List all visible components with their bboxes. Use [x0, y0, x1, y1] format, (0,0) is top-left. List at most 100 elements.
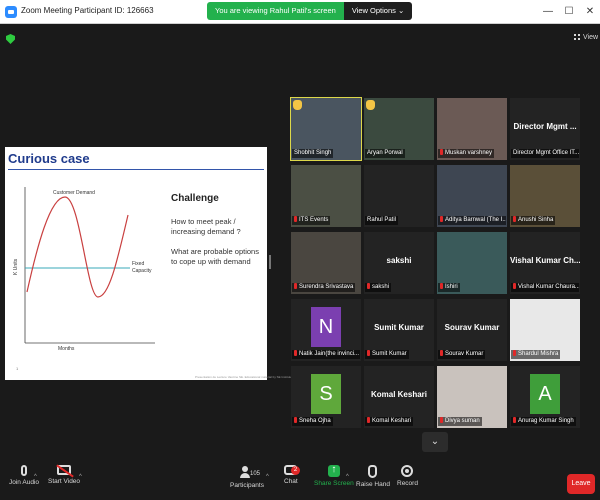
zoom-app-icon [5, 6, 17, 18]
participant-name: Anurag Kumar Singh [518, 418, 574, 424]
start-video-button[interactable]: Start Video [48, 465, 80, 485]
participant-tile[interactable]: Muskan varshney [437, 98, 507, 160]
muted-mic-icon [440, 350, 443, 356]
participant-name-label: Shardul Mishra [511, 350, 561, 359]
participant-name-label: Director Mgmt Office IT... [511, 149, 579, 158]
share-screen-icon [327, 464, 340, 477]
participant-name-label: Sumit Kumar [365, 350, 409, 359]
grid-icon [574, 34, 580, 40]
participant-tile[interactable]: S Sneha Ojha [291, 366, 361, 428]
participant-tile[interactable]: Rahul Patil [364, 165, 434, 227]
muted-mic-icon [440, 216, 443, 222]
raise-hand-button[interactable]: Raise Hand [356, 465, 390, 488]
leave-button[interactable]: Leave [567, 474, 595, 494]
participant-tile[interactable]: Ishiri [437, 232, 507, 294]
customer-demand-curve [26, 196, 129, 298]
view-options-button[interactable]: View Options ⌄ [343, 2, 413, 20]
participant-name-label: sakshi [365, 283, 392, 292]
participant-tile[interactable]: Director Mgmt ... Director Mgmt Office IT… [510, 98, 580, 160]
audio-options-caret[interactable]: ^ [34, 474, 37, 480]
participant-tile[interactable]: Sourav Kumar Sourav Kumar [437, 299, 507, 361]
participant-name-label: Aryan Porwal [365, 149, 405, 158]
muted-mic-icon [513, 283, 516, 289]
participant-name-label: Sourav Kumar [438, 350, 486, 359]
participant-name-label: Anushi Sinha [511, 216, 556, 225]
muted-mic-icon [367, 417, 370, 423]
security-shield-icon[interactable] [6, 34, 15, 44]
participant-name-label: Komal Keshari [365, 417, 414, 426]
participant-tile[interactable]: Anushi Sinha [510, 165, 580, 227]
participant-name-label: Vishal Kumar Chaura... [511, 283, 579, 292]
participant-name: Vishal Kumar Chaura... [518, 284, 579, 290]
participant-name: Ishiri [445, 284, 458, 290]
participant-name: ITS Events [299, 217, 329, 223]
participant-name-label: Rahul Patil [365, 216, 399, 225]
participant-name: Muskan varshney [445, 150, 493, 156]
video-off-icon [57, 465, 72, 475]
participant-name: Komal Keshari [372, 418, 412, 424]
participant-tile[interactable]: N Natik Jain(the invinci... [291, 299, 361, 361]
participant-name: Shardul Mishra [518, 351, 559, 357]
participant-name-display: Komal Keshari [370, 390, 428, 399]
participant-name: Sumit Kumar [372, 351, 407, 357]
x-axis-label: Months [58, 346, 75, 352]
participant-tile[interactable]: Divya suman [437, 366, 507, 428]
record-button[interactable]: Record [397, 465, 418, 487]
maximize-icon[interactable]: ☐ [561, 4, 577, 20]
participant-name-label: Aditya Barnwal (The I... [438, 216, 506, 225]
chat-unread-badge: 2 [291, 466, 300, 475]
minimize-icon[interactable]: — [540, 4, 556, 20]
raise-hand-icon [368, 465, 378, 478]
muted-mic-icon [294, 417, 297, 423]
split-divider-handle[interactable] [269, 255, 271, 269]
close-icon[interactable]: ✕ [582, 4, 598, 20]
muted-mic-icon [440, 417, 443, 423]
participant-name-display: Sourav Kumar [444, 323, 500, 332]
participant-name: Rahul Patil [367, 217, 397, 223]
capacity-label-line-1: Fixed [132, 261, 144, 267]
participant-tile[interactable]: A Anurag Kumar Singh [510, 366, 580, 428]
participant-tile[interactable]: sakshi sakshi [364, 232, 434, 294]
participant-name: Shobhit Singh [294, 150, 332, 156]
window-title: Zoom Meeting Participant ID: 126663 [21, 6, 154, 15]
participant-tile[interactable]: Vishal Kumar Ch... Vishal Kumar Chaura... [510, 232, 580, 294]
participant-name: Director Mgmt Office IT... [513, 150, 579, 156]
participant-tile[interactable]: Komal Keshari Komal Keshari [364, 366, 434, 428]
participant-name-label: Muskan varshney [438, 149, 495, 158]
view-button[interactable]: View [574, 34, 598, 41]
muted-mic-icon [367, 350, 370, 356]
muted-mic-icon [513, 216, 516, 222]
participant-tile[interactable]: ITS Events [291, 165, 361, 227]
participant-name: Anushi Sinha [518, 217, 554, 223]
participant-tile[interactable]: Aryan Porwal [364, 98, 434, 160]
participant-avatar: A [530, 374, 560, 414]
microphone-icon [21, 465, 27, 476]
participant-name-label: Anurag Kumar Singh [511, 417, 576, 426]
viewing-screen-label: You are viewing Rahul Patil's screen [207, 2, 344, 20]
muted-mic-icon [513, 350, 516, 356]
share-options-caret[interactable]: ^ [346, 474, 349, 480]
participant-name-label: Natik Jain(the invinci... [292, 350, 360, 359]
zoom-window: Zoom Meeting Participant ID: 126663 You … [0, 0, 600, 500]
y-axis-label: K Units [13, 258, 19, 275]
participants-options-caret[interactable]: ^ [266, 474, 269, 480]
participant-name-label: Divya suman [438, 417, 482, 426]
participant-name-label: Shobhit Singh [292, 149, 334, 158]
participant-tile[interactable]: Shobhit Singh [290, 97, 362, 161]
participant-tile[interactable]: Shardul Mishra [510, 299, 580, 361]
participants-button[interactable]: Participants [230, 465, 264, 489]
capacity-label-line-2: Capacity [132, 268, 152, 274]
challenge-title: Challenge [171, 193, 219, 204]
scroll-down-chevron-icon[interactable]: ⌄ [422, 432, 448, 452]
participant-tile[interactable]: Aditya Barnwal (The I... [437, 165, 507, 227]
participant-name: Sneha Ojha [299, 418, 331, 424]
participant-tile[interactable]: Sumit Kumar Sumit Kumar [364, 299, 434, 361]
participants-count: 105 [250, 471, 261, 477]
participant-name: Divya suman [445, 418, 480, 424]
muted-mic-icon [294, 350, 297, 356]
video-options-caret[interactable]: ^ [79, 474, 82, 480]
participant-tile[interactable]: Surendra Srivastava [291, 232, 361, 294]
title-bar: Zoom Meeting Participant ID: 126663 You … [0, 0, 600, 24]
participant-avatar: S [311, 374, 341, 414]
meeting-toolbar: Join Audio ^ Start Video ^ Participants … [0, 462, 600, 500]
